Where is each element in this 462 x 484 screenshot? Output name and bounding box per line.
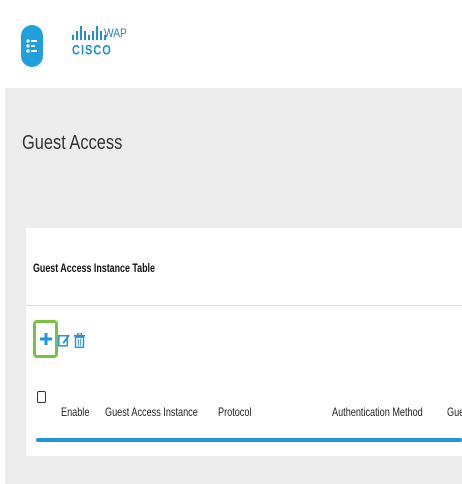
menu-icon <box>26 39 37 53</box>
cisco-wordmark: CISCO <box>72 43 112 58</box>
column-header-protocol[interactable]: Protocol <box>218 405 251 419</box>
trash-icon <box>73 332 85 348</box>
column-header-enable[interactable]: Enable <box>61 405 89 419</box>
cisco-logo: CISCO <box>72 24 112 62</box>
table-title: Guest Access Instance Table <box>33 261 155 275</box>
column-header-guest-truncated[interactable]: Gue <box>447 405 462 419</box>
top-header: CISCO WAP <box>0 0 462 88</box>
page-title: Guest Access <box>22 132 123 154</box>
menu-toggle-button[interactable] <box>21 25 43 67</box>
plus-icon <box>39 333 52 345</box>
card-divider <box>26 305 462 306</box>
column-header-authentication-method[interactable]: Authentication Method <box>332 405 423 419</box>
table-header-rule <box>36 438 462 442</box>
column-header-guest-access-instance[interactable]: Guest Access Instance <box>105 405 198 419</box>
add-button[interactable] <box>33 320 58 358</box>
select-all-checkbox[interactable] <box>37 391 46 403</box>
edit-button[interactable] <box>58 332 70 348</box>
cisco-logo-bars <box>72 24 106 40</box>
guest-access-instance-card: Guest Access Instance Table Enable Guest… <box>26 228 462 456</box>
app-name: WAP <box>104 26 127 40</box>
edit-icon <box>58 334 70 347</box>
delete-button[interactable] <box>73 332 85 348</box>
